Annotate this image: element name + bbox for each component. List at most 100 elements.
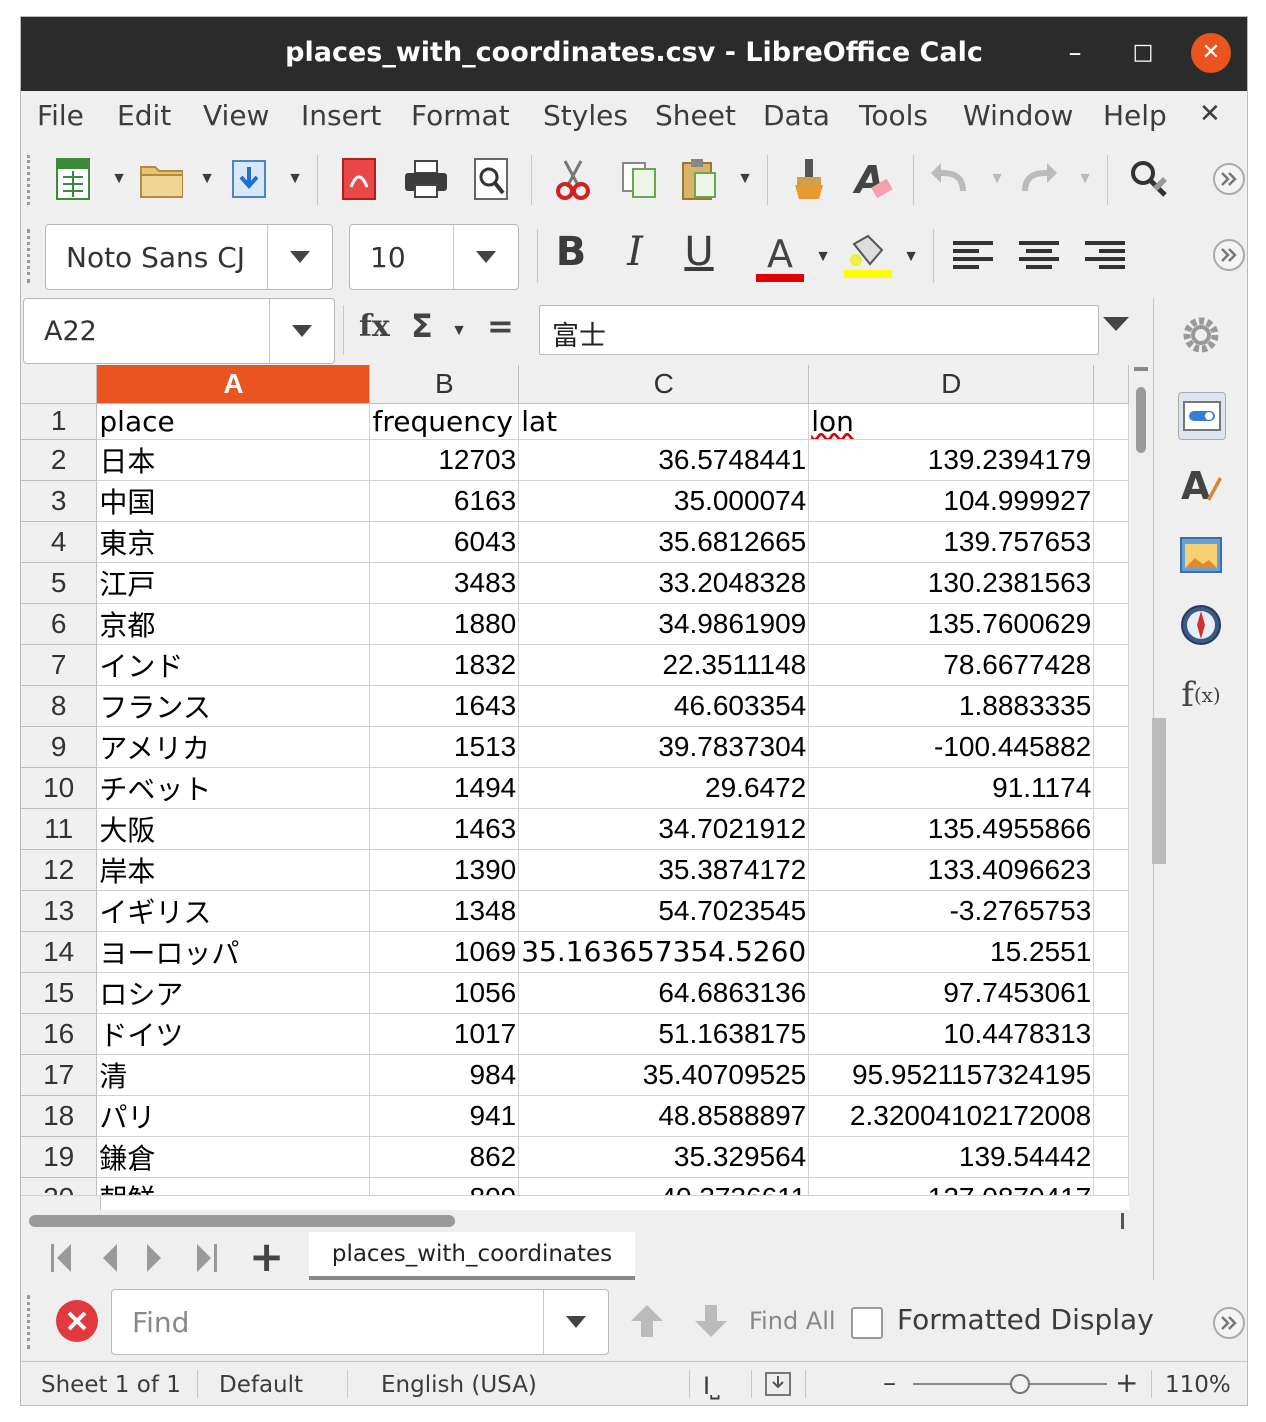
row-header[interactable]: 15 [21, 972, 98, 1014]
align-center-icon[interactable] [1017, 233, 1061, 277]
row-header[interactable]: 10 [21, 767, 98, 809]
menu-insert[interactable]: Insert [301, 99, 381, 132]
row-header[interactable]: 18 [21, 1095, 98, 1137]
column-header-b[interactable]: B [369, 365, 520, 404]
column-header-d[interactable]: D [808, 365, 1095, 404]
cell-empty[interactable] [1093, 726, 1129, 768]
cell-frequency[interactable]: 6163 [369, 480, 520, 522]
cell-frequency[interactable]: 1832 [369, 644, 520, 686]
sum-dropdown-icon[interactable]: ▼ [449, 321, 469, 341]
cell-place[interactable]: 日本 [96, 439, 371, 481]
toolbar-grip[interactable] [27, 229, 34, 283]
cell-lat[interactable]: 35.329564 [518, 1136, 810, 1178]
cell-place[interactable]: 岸本 [96, 849, 371, 891]
find-history-dropdown-icon[interactable] [543, 1290, 608, 1354]
cell-place[interactable]: 鎌倉 [96, 1136, 371, 1178]
cell-lon[interactable]: 133.4096623 [808, 849, 1095, 891]
print-preview-icon[interactable] [469, 157, 513, 201]
font-color-button[interactable]: A [755, 231, 805, 285]
row-header[interactable]: 13 [21, 890, 98, 932]
cell-lat[interactable]: 35.000074 [518, 480, 810, 522]
cell-place[interactable]: アメリカ [96, 726, 371, 768]
zoom-in-button[interactable]: + [1115, 1366, 1138, 1399]
toolbar-overflow-icon[interactable] [1207, 233, 1247, 277]
next-sheet-icon[interactable] [133, 1236, 177, 1280]
cell-empty[interactable] [1093, 890, 1129, 932]
cell-empty[interactable] [1093, 849, 1129, 891]
cell-empty[interactable] [1093, 480, 1129, 522]
cell-reference[interactable]: A22 [44, 316, 97, 347]
font-size-dropdown-icon[interactable] [453, 225, 518, 289]
row-header[interactable]: 6 [21, 603, 98, 645]
cell-lon[interactable]: -3.2765753 [808, 890, 1095, 932]
zoom-out-button[interactable]: – [883, 1368, 896, 1398]
paste-dropdown-icon[interactable]: ▼ [735, 169, 755, 189]
cell-lat[interactable]: 29.6472 [518, 767, 810, 809]
menu-format[interactable]: Format [411, 99, 510, 132]
last-sheet-icon[interactable] [185, 1236, 229, 1280]
row-header[interactable]: 7 [21, 644, 98, 686]
menu-view[interactable]: View [203, 99, 269, 132]
cell-place[interactable]: インド [96, 644, 371, 686]
row-header[interactable]: 9 [21, 726, 98, 768]
cell-lon[interactable]: 130.2381563 [808, 562, 1095, 604]
cell-lon[interactable]: 139.757653 [808, 521, 1095, 563]
cell-frequency[interactable]: 1348 [369, 890, 520, 932]
cell-frequency[interactable]: 984 [369, 1054, 520, 1096]
document-modified-icon[interactable] [765, 1372, 791, 1402]
cell-lon[interactable]: 135.4955866 [808, 808, 1095, 850]
cell-frequency[interactable]: 1880 [369, 603, 520, 645]
cell-place[interactable]: イギリス [96, 890, 371, 932]
sidebar-gallery-icon[interactable] [1178, 532, 1224, 578]
column-header-a[interactable]: A [96, 365, 371, 404]
sidebar-styles-icon[interactable]: A [1178, 462, 1224, 508]
cell-frequency[interactable]: 1494 [369, 767, 520, 809]
row-header[interactable]: 8 [21, 685, 98, 727]
add-sheet-button[interactable]: + [249, 1232, 284, 1281]
menu-sheet[interactable]: Sheet [655, 99, 736, 132]
formula-button[interactable]: = [487, 307, 514, 345]
align-right-icon[interactable] [1083, 233, 1127, 277]
cell-lon[interactable]: lon [808, 403, 1095, 440]
corner-cell[interactable] [21, 365, 98, 404]
menu-edit[interactable]: Edit [117, 99, 171, 132]
cell-lon[interactable]: 1.8883335 [808, 685, 1095, 727]
redo-dropdown-icon[interactable]: ▼ [1075, 169, 1095, 189]
undo-dropdown-icon[interactable]: ▼ [987, 169, 1007, 189]
cell-place[interactable]: ドイツ [96, 1013, 371, 1055]
name-box[interactable]: A22 [23, 298, 335, 364]
menu-file[interactable]: File [37, 99, 84, 132]
align-left-icon[interactable] [951, 233, 995, 277]
expand-formula-icon[interactable] [1103, 317, 1129, 336]
row-header[interactable]: 12 [21, 849, 98, 891]
row-header[interactable]: 17 [21, 1054, 98, 1096]
sheet-tab-active[interactable]: places_with_coordinates [309, 1232, 635, 1280]
sidebar-collapse-handle[interactable] [1152, 718, 1166, 864]
cell-empty[interactable] [1093, 1013, 1129, 1055]
cell-place[interactable]: 中国 [96, 480, 371, 522]
cell-lon[interactable]: 10.4478313 [808, 1013, 1095, 1055]
language[interactable]: English (USA) [381, 1372, 537, 1398]
print-icon[interactable] [403, 157, 447, 201]
cell-lat[interactable]: 34.9861909 [518, 603, 810, 645]
zoom-slider-thumb[interactable] [1009, 1374, 1030, 1394]
vertical-scrollbar[interactable] [1129, 365, 1153, 1210]
cell-lon[interactable]: 104.999927 [808, 480, 1095, 522]
font-color-dropdown-icon[interactable]: ▼ [813, 247, 833, 267]
cell-empty[interactable] [1093, 972, 1129, 1014]
cell-empty[interactable] [1093, 808, 1129, 850]
italic-button[interactable]: I [613, 229, 657, 275]
font-size-value[interactable]: 10 [370, 241, 406, 274]
highlight-color-button[interactable] [843, 229, 893, 283]
close-document-button[interactable]: ✕ [1199, 99, 1221, 129]
paste-icon[interactable] [677, 157, 721, 201]
cell-place[interactable]: フランス [96, 685, 371, 727]
cell-empty[interactable] [1093, 685, 1129, 727]
row-header[interactable]: 2 [21, 439, 98, 481]
cell-place[interactable]: ロシア [96, 972, 371, 1014]
insert-mode-icon[interactable]: I⎵ [703, 1372, 720, 1400]
cell-lon[interactable]: 135.7600629 [808, 603, 1095, 645]
cell-lon[interactable]: 91.1174 [808, 767, 1095, 809]
cell-place[interactable]: チベット [96, 767, 371, 809]
row-header[interactable]: 11 [21, 808, 98, 850]
